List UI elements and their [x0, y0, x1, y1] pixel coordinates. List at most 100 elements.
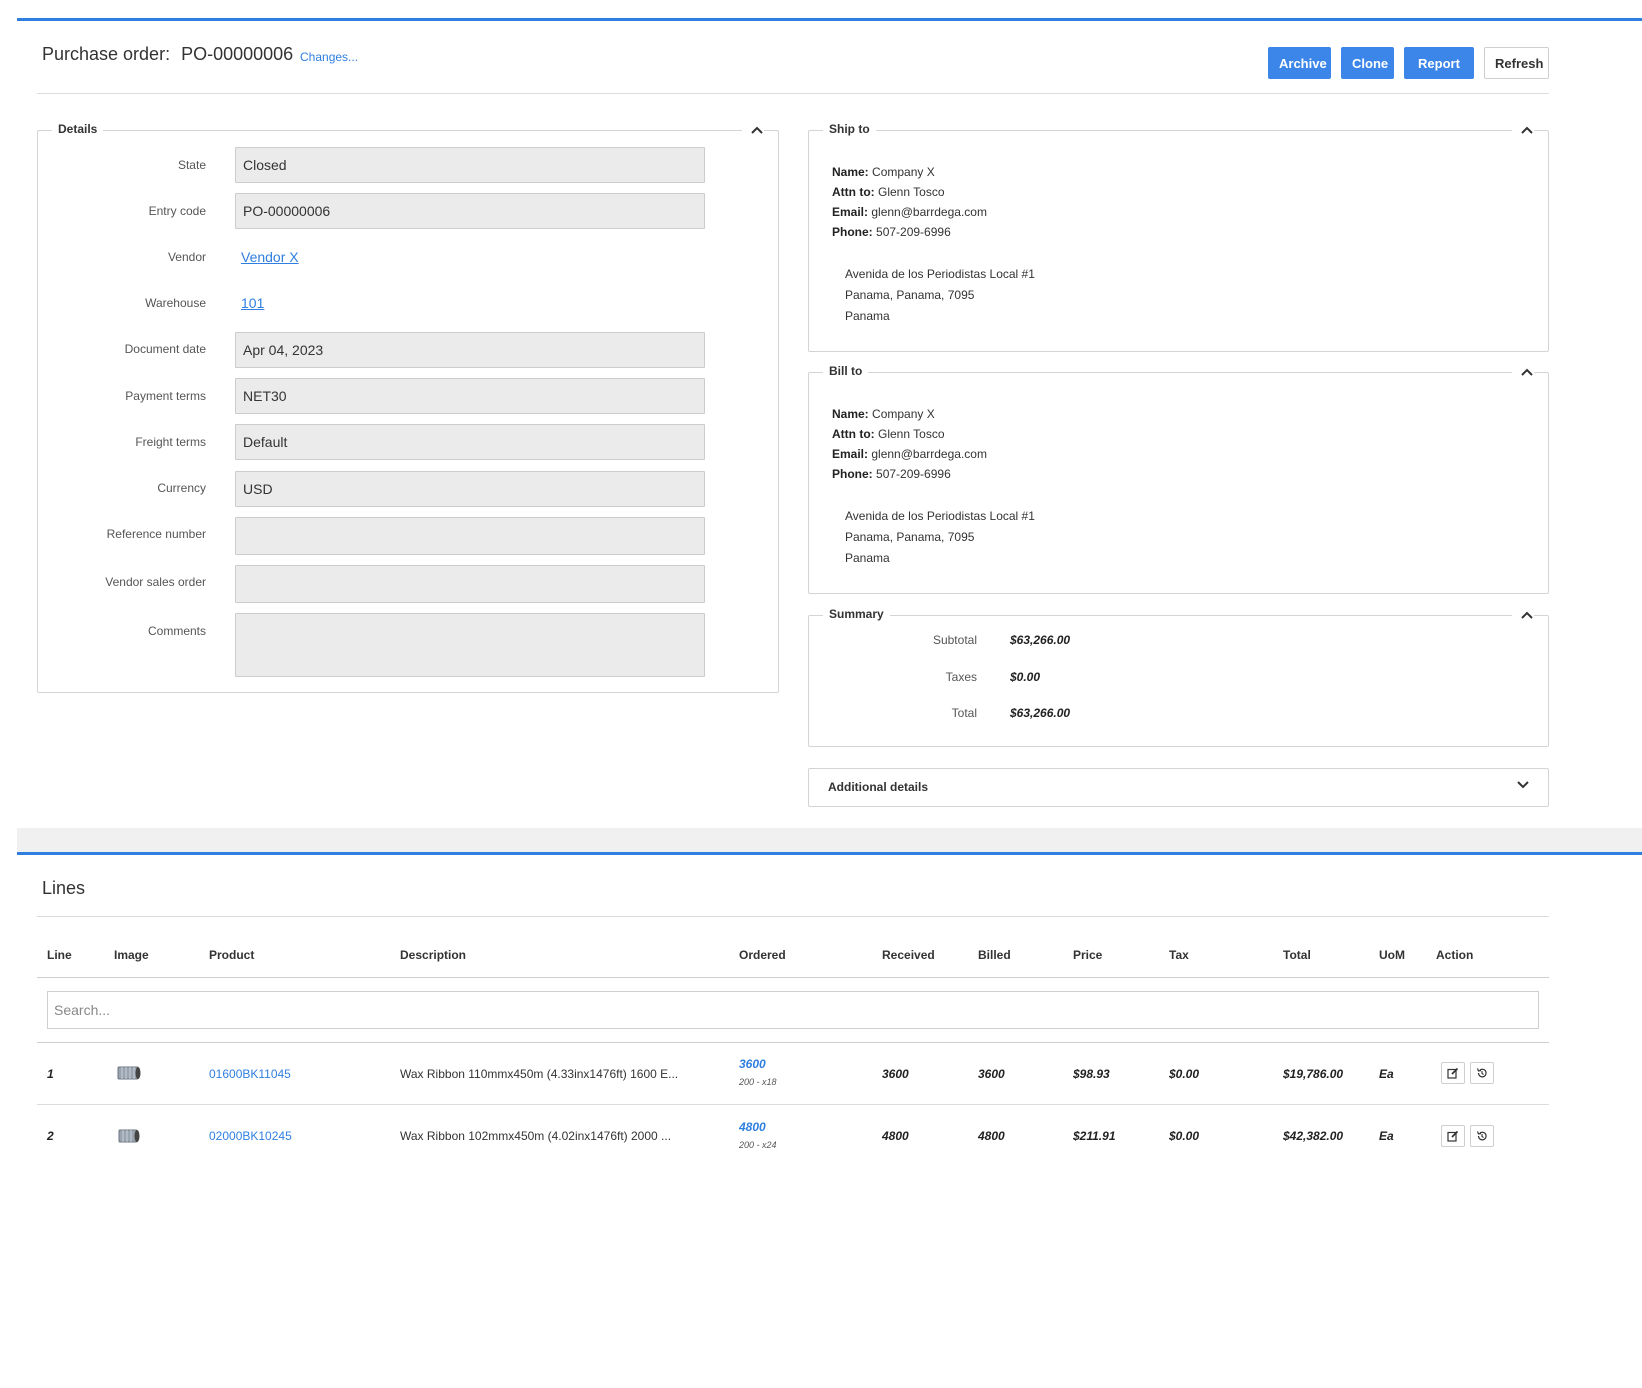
entry-code-field[interactable]: PO-00000006	[235, 193, 705, 229]
phone-label: Phone:	[832, 467, 873, 481]
row-received: 4800	[882, 1129, 909, 1143]
refresh-button[interactable]: Refresh	[1484, 47, 1549, 79]
attn-label: Attn to:	[832, 427, 875, 441]
bill-to-phone: Phone: 507-209-6996	[832, 467, 951, 481]
ordered-quantity-link[interactable]: 4800	[739, 1120, 766, 1134]
column-header-action: Action	[1436, 948, 1474, 962]
ship-to-email: Email: glenn@barrdega.com	[832, 205, 987, 219]
vendor-link[interactable]: Vendor X	[241, 249, 299, 265]
currency-field[interactable]: USD	[235, 471, 705, 507]
collapse-icon[interactable]	[742, 121, 764, 139]
row-total: $19,786.00	[1283, 1067, 1344, 1081]
column-header-ordered[interactable]: Ordered	[739, 948, 786, 962]
bill-to-name: Name: Company X	[832, 407, 935, 421]
lines-title: Lines	[42, 878, 86, 898]
ship-to-email-value: glenn@barrdega.com	[871, 205, 987, 219]
vendor-sales-order-label: Vendor sales order	[105, 575, 206, 589]
history-row-button[interactable]	[1470, 1062, 1494, 1084]
row-billed: 4800	[978, 1129, 1005, 1143]
ship-to-name-value: Company X	[872, 165, 935, 179]
state-label: State	[177, 158, 206, 172]
bill-to-section: Bill to	[808, 363, 1549, 594]
history-icon	[1476, 1068, 1487, 1078]
column-header-uom[interactable]: UoM	[1379, 948, 1405, 962]
freight-terms-field[interactable]: Default	[235, 424, 705, 460]
edit-row-button[interactable]	[1441, 1125, 1465, 1147]
page-title-code: PO-00000006	[181, 44, 294, 64]
column-header-description[interactable]: Description	[400, 948, 466, 962]
row-line-number: 1	[47, 1067, 54, 1081]
product-link[interactable]: 02000BK10245	[209, 1129, 292, 1143]
column-header-image[interactable]: Image	[114, 948, 149, 962]
details-legend: Details	[52, 122, 104, 136]
clone-button[interactable]: Clone	[1341, 47, 1394, 79]
ship-to-name: Name: Company X	[832, 165, 935, 179]
comments-field[interactable]	[235, 613, 705, 677]
column-header-line[interactable]: Line	[47, 948, 72, 962]
collapse-icon[interactable]	[1512, 363, 1534, 381]
panel-gap	[17, 828, 1642, 852]
bill-to-phone-value: 507-209-6996	[876, 467, 951, 481]
ship-to-address-line1: Avenida de los Periodistas Local #1	[845, 267, 1035, 281]
row-line-number: 2	[47, 1129, 54, 1143]
subtotal-value: $63,266.00	[1010, 633, 1071, 647]
edit-row-button[interactable]	[1441, 1062, 1465, 1084]
column-header-product[interactable]: Product	[209, 948, 254, 962]
collapse-icon[interactable]	[1512, 606, 1534, 624]
column-header-price[interactable]: Price	[1073, 948, 1102, 962]
ship-to-phone: Phone: 507-209-6996	[832, 225, 951, 239]
column-header-received[interactable]: Received	[882, 948, 935, 962]
bill-to-name-value: Company X	[872, 407, 935, 421]
currency-label: Currency	[157, 481, 206, 495]
summary-legend: Summary	[823, 607, 890, 621]
row-total: $42,382.00	[1283, 1129, 1344, 1143]
payment-terms-field[interactable]: NET30	[235, 378, 705, 414]
bill-to-address-line2: Panama, Panama, 7095	[845, 530, 975, 544]
name-label: Name:	[832, 407, 869, 421]
warehouse-link[interactable]: 101	[241, 295, 264, 311]
bill-to-legend: Bill to	[823, 364, 869, 378]
archive-button[interactable]: Archive	[1268, 47, 1331, 79]
vendor-sales-order-field[interactable]	[235, 565, 705, 603]
row-divider	[37, 1104, 1549, 1105]
product-link[interactable]: 01600BK11045	[209, 1067, 291, 1081]
bill-to-attn: Attn to: Glenn Tosco	[832, 427, 945, 441]
column-header-tax[interactable]: Tax	[1169, 948, 1189, 962]
reference-number-field[interactable]	[235, 517, 705, 555]
bill-to-country: Panama	[845, 551, 890, 565]
phone-label: Phone:	[832, 225, 873, 239]
edit-icon	[1447, 1130, 1459, 1142]
document-date-field[interactable]: Apr 04, 2023	[235, 332, 705, 368]
product-thumbnail[interactable]	[116, 1064, 142, 1087]
email-label: Email:	[832, 205, 869, 219]
row-received: 3600	[882, 1067, 909, 1081]
vendor-label: Vendor	[167, 250, 206, 264]
collapse-icon[interactable]	[1512, 121, 1534, 139]
column-header-total[interactable]: Total	[1283, 948, 1311, 962]
product-thumbnail[interactable]	[116, 1127, 142, 1150]
edit-icon	[1447, 1067, 1459, 1079]
bill-to-attn-value: Glenn Tosco	[878, 427, 945, 441]
report-button-label: Report	[1418, 56, 1460, 71]
expand-icon[interactable]	[1514, 777, 1532, 798]
row-description: Wax Ribbon 102mmx450m (4.02inx1476ft) 20…	[400, 1129, 672, 1143]
column-header-billed[interactable]: Billed	[978, 948, 1011, 962]
lines-search-input[interactable]: Search...	[47, 991, 1539, 1029]
row-billed: 3600	[978, 1067, 1005, 1081]
row-tax: $0.00	[1169, 1129, 1200, 1143]
bill-to-address-line1: Avenida de los Periodistas Local #1	[845, 509, 1035, 523]
ship-to-address-line2: Panama, Panama, 7095	[845, 288, 975, 302]
total-value: $63,266.00	[1010, 706, 1071, 720]
history-row-button[interactable]	[1470, 1125, 1494, 1147]
row-description: Wax Ribbon 110mmx450m (4.33inx1476ft) 16…	[400, 1067, 679, 1081]
ordered-quantity-link[interactable]: 3600	[739, 1057, 766, 1071]
total-label: Total	[951, 706, 977, 720]
state-field[interactable]: Closed	[235, 147, 705, 183]
additional-details-section[interactable]: Additional details	[808, 768, 1549, 807]
bill-to-email-value: glenn@barrdega.com	[871, 447, 987, 461]
warehouse-label: Warehouse	[145, 296, 206, 310]
additional-details-label: Additional details	[828, 780, 929, 794]
ordered-pack-info: 200 - x18	[739, 1077, 777, 1087]
report-button[interactable]: Report	[1404, 47, 1474, 100]
changes-link[interactable]: Changes...	[300, 50, 358, 64]
